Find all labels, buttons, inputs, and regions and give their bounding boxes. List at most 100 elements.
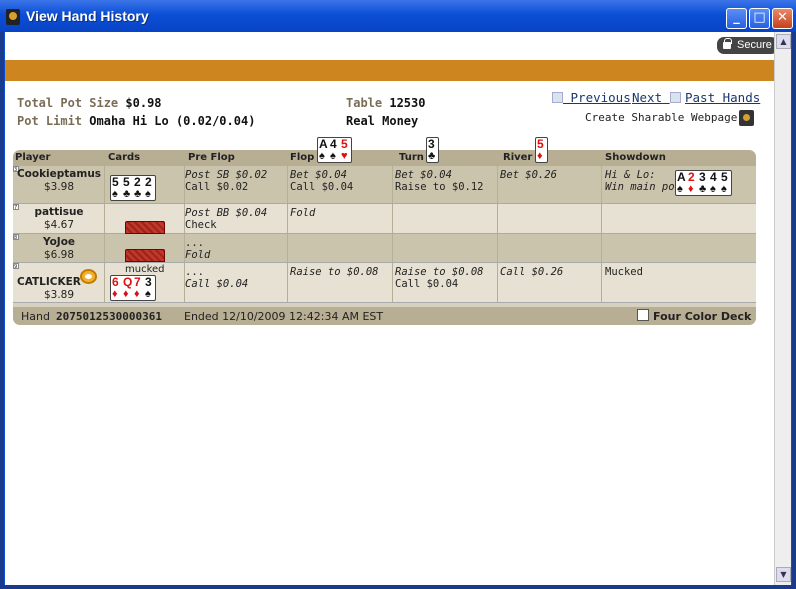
card-suit: ♠ [112, 188, 118, 200]
action-line: Call $0.04 [395, 278, 459, 290]
river-actions: Call $0.26 [500, 266, 563, 278]
pot-limit-label: Pot Limit [17, 114, 83, 128]
previous-link[interactable]: Previous [552, 90, 631, 105]
player-name: Cookieptamus [16, 168, 102, 180]
next-link[interactable]: Next [632, 90, 681, 105]
window-title: View Hand History [26, 8, 149, 24]
playing-card: A ♠ [318, 138, 329, 162]
maximize-button[interactable]: □ [749, 8, 770, 29]
card-rank: 6 [112, 275, 119, 289]
card-suit: ♣ [123, 188, 131, 200]
action-line: Call $0.02 [185, 181, 249, 193]
scroll-down-icon[interactable]: ▼ [776, 567, 791, 582]
playing-card: 5 ♦ [536, 138, 547, 162]
card-rank: 5 [721, 170, 728, 184]
table-row: 9 CATLICKER $3.89 mucked 6 ♦ Q ♦ 7 ♦ 3 ♠ ... Call … [13, 263, 756, 303]
player-stack: $3.89 [43, 289, 75, 301]
previous-label: Previous [570, 90, 631, 105]
card-suit: ♦ [134, 288, 140, 300]
preflop-actions: ... Fold [185, 237, 210, 261]
card-rank: 5 [123, 175, 130, 189]
hole-cards: 5 ♠ 5 ♣ 2 ♣ 2 ♠ [110, 175, 156, 201]
card-suit: ♦ [688, 183, 694, 195]
player-name: YoJoe [42, 236, 76, 248]
card-suit: ♣ [428, 150, 436, 162]
playing-card: 4 ♠ [709, 171, 720, 195]
table-row: 8 YoJoe $6.98 ... Fold [13, 234, 756, 263]
action-line: Hi & Lo: [605, 169, 656, 181]
mucked-label: mucked [125, 264, 165, 275]
action-line: Raise to $0.08 [290, 266, 379, 278]
money-type: Real Money [346, 114, 418, 128]
table-label: Table [346, 96, 383, 110]
header-river: River [503, 152, 533, 163]
card-suit: ♦ [537, 150, 543, 162]
action-line: Call $0.04 [290, 181, 354, 193]
playing-card: 2 ♦ [687, 171, 698, 195]
card-rank: 2 [134, 175, 141, 189]
action-line: Fold [290, 207, 316, 219]
card-suit: ♥ [341, 150, 348, 162]
playing-card: A ♠ [676, 171, 687, 195]
previous-icon [552, 92, 563, 103]
face-down-cards [125, 221, 165, 234]
flop-actions: Bet $0.04 Call $0.04 [290, 169, 353, 193]
playing-card: 2 ♠ [144, 176, 155, 200]
four-color-checkbox[interactable] [637, 309, 649, 321]
action-line: Post SB $0.02 [185, 169, 268, 181]
total-pot-label: Total Pot Size [17, 96, 119, 110]
card-suit: ♣ [134, 188, 142, 200]
four-color-label: Four Color Deck [653, 310, 752, 323]
river-actions: Bet $0.26 [500, 169, 557, 181]
share-link[interactable]: Create Sharable Webpage [585, 111, 737, 124]
secure-badge: Secure [717, 37, 778, 54]
flop-actions: Fold [290, 207, 315, 219]
turn-actions: Raise to $0.08 Call $0.04 [395, 266, 484, 290]
action-line: Win main pot [605, 181, 681, 193]
card-rank: 2 [145, 175, 152, 189]
playing-card: 4 ♠ [329, 138, 340, 162]
player-stack: $3.98 [43, 181, 75, 193]
preflop-actions: Post SB $0.02 Call $0.02 [185, 169, 267, 193]
playing-card: 3 ♠ [144, 276, 155, 300]
playing-card: 2 ♣ [133, 176, 144, 200]
past-hands-link[interactable]: Past Hands [685, 90, 760, 105]
title-bar: View Hand History _ □ ✕ [0, 0, 796, 32]
card-suit: ♣ [699, 183, 707, 195]
action-line: Raise to $0.08 [395, 266, 484, 278]
table-row: 7 pattisue $4.67 Post BB $0.04 Check Fold [13, 204, 756, 234]
card-rank: 5 [112, 175, 119, 189]
board-river-card: 5 ♦ [535, 137, 548, 163]
best-hand-cards: A ♠ 2 ♦ 3 ♣ 4 ♠ 5 ♠ [675, 170, 732, 196]
action-line: Mucked [605, 266, 643, 278]
action-line: Raise to $0.12 [395, 181, 484, 193]
window-client: Secure Total Pot Size $0.98 Pot Limit Om… [4, 32, 792, 585]
player-stack: $6.98 [43, 249, 75, 261]
card-rank: 4 [330, 137, 337, 151]
game-type: Pot Limit Omaha Hi Lo (0.02/0.04) [17, 114, 255, 128]
header-turn: Turn [399, 152, 424, 163]
header-player: Player [15, 152, 51, 163]
hand-id: 2075012530000361 [56, 310, 162, 323]
card-suit: ♦ [123, 288, 129, 300]
action-line: Bet $0.26 [500, 169, 557, 181]
header-cards: Cards [108, 152, 141, 163]
showdown-result: Hi & Lo: Win main pot [605, 169, 681, 193]
card-rank: 3 [699, 170, 706, 184]
playing-card: Q ♦ [122, 276, 133, 300]
minimize-button[interactable]: _ [726, 8, 747, 29]
playing-card: 3 ♣ [427, 138, 438, 162]
flop-actions: Raise to $0.08 [290, 266, 379, 278]
playing-card: 5 ♠ [720, 171, 731, 195]
share-icon[interactable] [739, 110, 754, 126]
hand-ended-time: Ended 12/10/2009 12:42:34 AM EST [184, 310, 384, 323]
next-label: Next [632, 90, 663, 105]
scroll-up-icon[interactable]: ▲ [776, 34, 791, 49]
card-rank: A [319, 137, 328, 151]
card-suit: ♠ [319, 150, 325, 162]
action-line: Call $0.04 [185, 278, 249, 290]
close-button[interactable]: ✕ [772, 8, 793, 29]
face-down-cards [125, 249, 165, 262]
vertical-scrollbar[interactable]: ▲ ▼ [774, 32, 791, 585]
table-row: 3 Cookieptamus $3.98 5 ♠ 5 ♣ 2 ♣ 2 ♠ Post SB $0.… [13, 166, 756, 204]
